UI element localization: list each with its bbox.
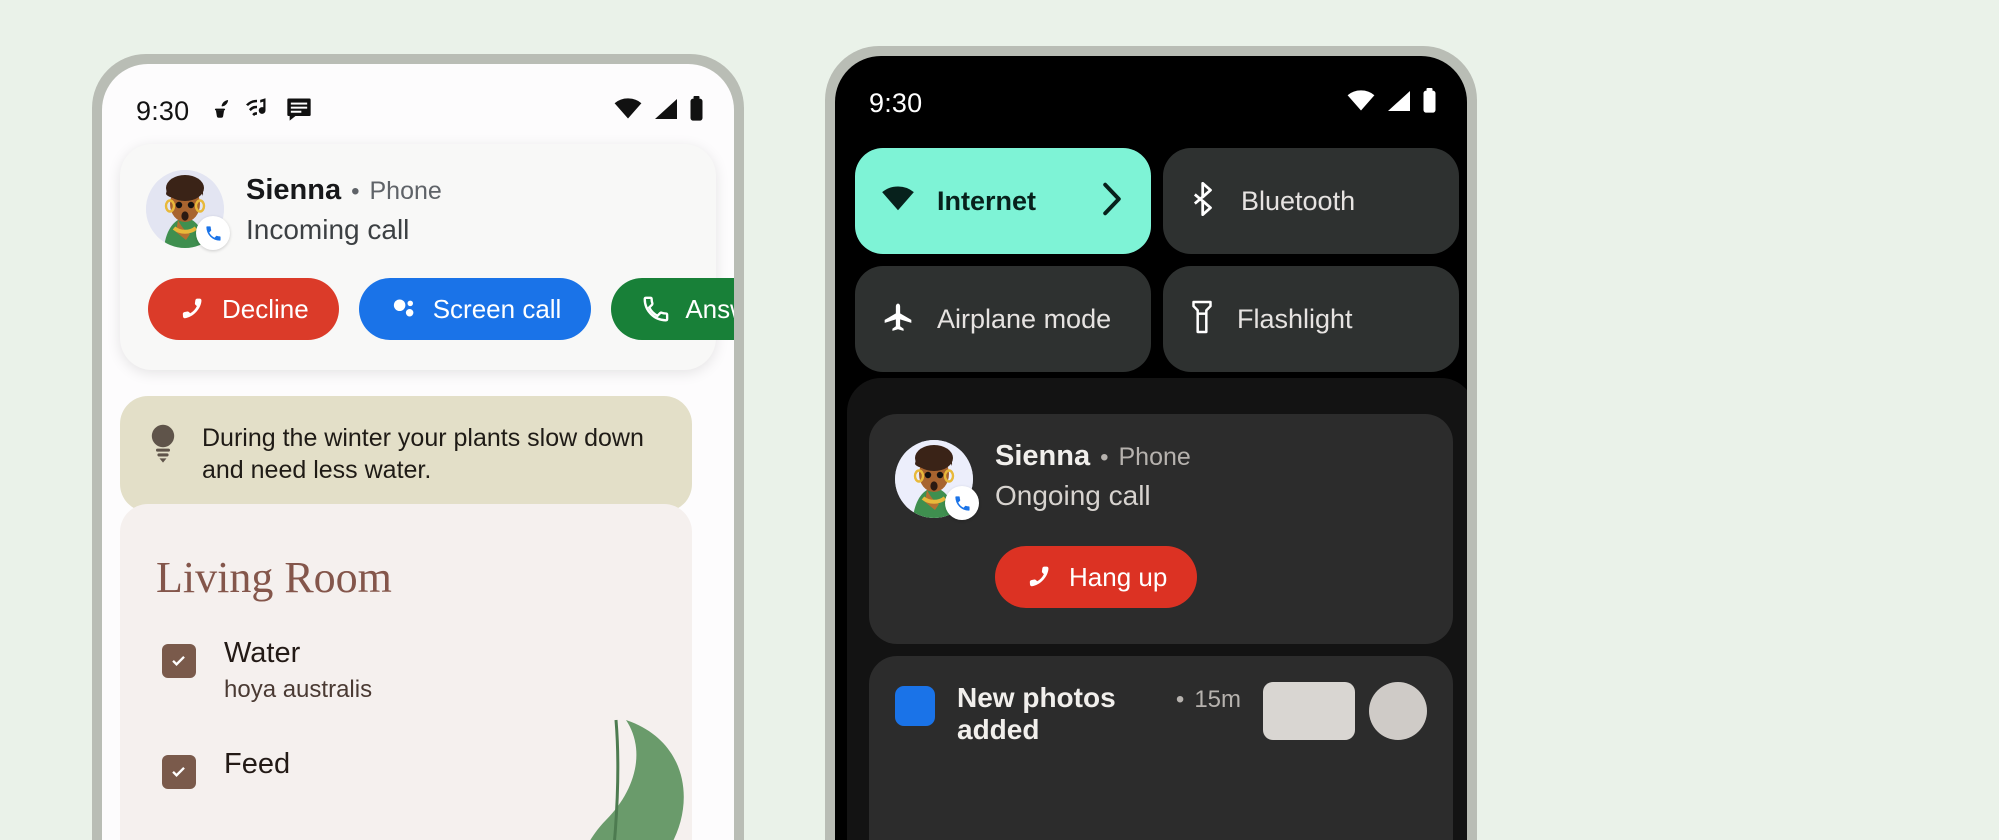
lightbulb-icon [146, 422, 180, 469]
qs-tile-label: Airplane mode [937, 303, 1112, 334]
chevron-right-icon[interactable] [1099, 182, 1125, 221]
qs-tile-bluetooth[interactable]: Bluetooth [1163, 148, 1459, 254]
plant-seedling-icon [207, 95, 233, 128]
caller-name: Sienna [995, 440, 1091, 472]
notification-text: New photos added • 15m [957, 682, 1241, 746]
call-action-buttons: Decline Screen call Answer [146, 278, 734, 340]
screen-call-label: Screen call [432, 293, 562, 324]
cellular-signal-icon [653, 98, 678, 125]
app-name: Phone [1118, 443, 1191, 471]
winter-tip-card: During the winter your plants slow down … [120, 396, 692, 512]
separator-dot: • [1100, 444, 1109, 471]
quick-settings-grid: Internet Bluetooth Airplane mode Flashli… [855, 148, 1459, 372]
qs-tile-internet[interactable]: Internet [855, 148, 1151, 254]
caller-name: Sienna [246, 174, 342, 206]
call-text: Sienna • Phone Incoming call [246, 170, 442, 246]
status-time: 9:30 [136, 95, 190, 126]
avatar-wrapper [146, 170, 230, 250]
notification-header: New photos added • 15m [895, 682, 1427, 746]
right-statusbar: 9:30 [835, 56, 1467, 128]
separator-dot: • [351, 178, 360, 205]
check-icon [172, 655, 185, 666]
status-left-icons [207, 95, 313, 128]
notification-header: Sienna • Phone Ongoing call [895, 440, 1427, 520]
left-phone-screen: 9:30 During the winter your plants slow … [102, 64, 734, 840]
wifi-icon [614, 97, 642, 125]
decline-button[interactable]: Decline [148, 278, 339, 340]
photo-thumbnails [1263, 682, 1427, 740]
phone-call-icon [196, 216, 230, 250]
notification-shade: Sienna • Phone Ongoing call Hang up New … [847, 378, 1467, 840]
status-right-icons [614, 96, 704, 126]
notification-time: 15m [1194, 686, 1241, 713]
phone-hangup-icon [182, 298, 202, 319]
task-row-water[interactable]: Water hoya australis [120, 603, 692, 704]
google-assistant-icon [393, 299, 414, 317]
wifi-icon [1347, 89, 1375, 117]
wifi-icon [881, 185, 915, 217]
living-room-card: Living Room Water hoya australis Feed [120, 504, 692, 840]
phone-hangup-icon [1029, 566, 1049, 587]
decline-label: Decline [222, 293, 309, 324]
status-time: 9:30 [869, 87, 923, 118]
phone-call-icon [945, 486, 979, 520]
right-phone-screen: 9:30 Internet Bluetooth Airplane mode Fl… [835, 56, 1467, 840]
notification-text: Sienna • Phone Ongoing call [995, 440, 1191, 512]
airplane-icon [881, 301, 915, 338]
left-phone-frame: 9:30 During the winter your plants slow … [92, 54, 744, 840]
screenshot-canvas: 9:30 During the winter your plants slow … [0, 0, 1999, 840]
task-label: Feed [224, 748, 291, 780]
hang-up-button[interactable]: Hang up [995, 546, 1198, 608]
flashlight-icon [1189, 300, 1215, 339]
checkbox-water[interactable] [162, 644, 196, 678]
page-title: Living Room [156, 553, 392, 602]
bluetooth-icon [1189, 181, 1219, 221]
photos-app-icon [895, 686, 935, 726]
battery-icon [1422, 88, 1437, 118]
call-status: Ongoing call [995, 480, 1151, 511]
new-photos-notification[interactable]: New photos added • 15m [869, 656, 1453, 840]
left-statusbar: 9:30 [102, 64, 734, 136]
qs-tile-label: Flashlight [1237, 303, 1353, 334]
check-icon [172, 766, 185, 777]
tip-text: During the winter your plants slow down … [202, 424, 644, 484]
qs-tile-airplane-mode[interactable]: Airplane mode [855, 266, 1151, 372]
status-right-icons [1347, 88, 1437, 118]
screen-call-button[interactable]: Screen call [358, 278, 592, 340]
checkbox-feed[interactable] [162, 755, 196, 789]
hang-up-label: Hang up [1069, 561, 1168, 592]
caller-row: Sienna • Phone [995, 440, 1191, 473]
avatar-wrapper [895, 440, 979, 520]
call-status: Incoming call [246, 214, 410, 245]
cellular-signal-icon [1386, 90, 1411, 117]
task-sublabel: hoya australis [224, 676, 373, 703]
battery-icon [689, 96, 704, 126]
app-name: Phone [369, 177, 442, 205]
task-label: Water [224, 637, 301, 669]
task-row-feed[interactable]: Feed [120, 704, 692, 789]
right-phone-frame: 9:30 Internet Bluetooth Airplane mode Fl… [825, 46, 1477, 840]
phone-answer-icon [643, 296, 669, 322]
notification-actions: Hang up [895, 546, 1427, 608]
ongoing-call-notification[interactable]: Sienna • Phone Ongoing call Hang up [869, 414, 1453, 644]
photo-thumbnail[interactable] [1369, 682, 1427, 740]
caller-row: Sienna • Phone [246, 174, 442, 207]
notification-title: New photos added [957, 682, 1116, 745]
photo-thumbnail[interactable] [1263, 682, 1355, 740]
qs-tile-flashlight[interactable]: Flashlight [1163, 266, 1459, 372]
photos-title-row: New photos added • 15m [957, 682, 1241, 746]
incoming-call-notification[interactable]: Sienna • Phone Incoming call Decline Scr… [120, 144, 734, 370]
call-header: Sienna • Phone Incoming call [146, 170, 690, 250]
separator-dot: • [1175, 686, 1185, 713]
qs-tile-label: Internet [937, 185, 1037, 216]
qs-tile-label: Bluetooth [1241, 185, 1356, 216]
music-note-wifi-icon [244, 95, 274, 128]
answer-label: Answer [685, 293, 734, 324]
message-icon [285, 95, 313, 128]
answer-button[interactable]: Answer [611, 278, 734, 340]
